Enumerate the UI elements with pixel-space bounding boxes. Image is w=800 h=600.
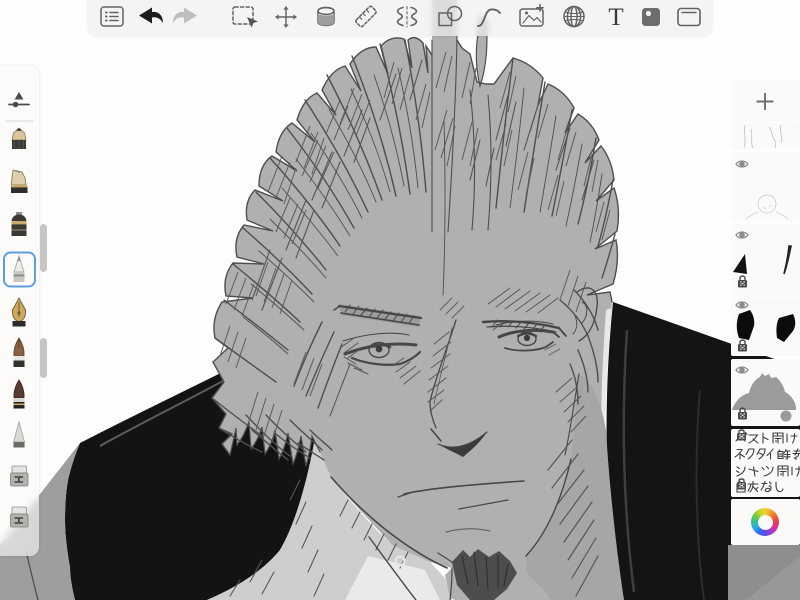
svg-text:T: T bbox=[608, 4, 623, 31]
